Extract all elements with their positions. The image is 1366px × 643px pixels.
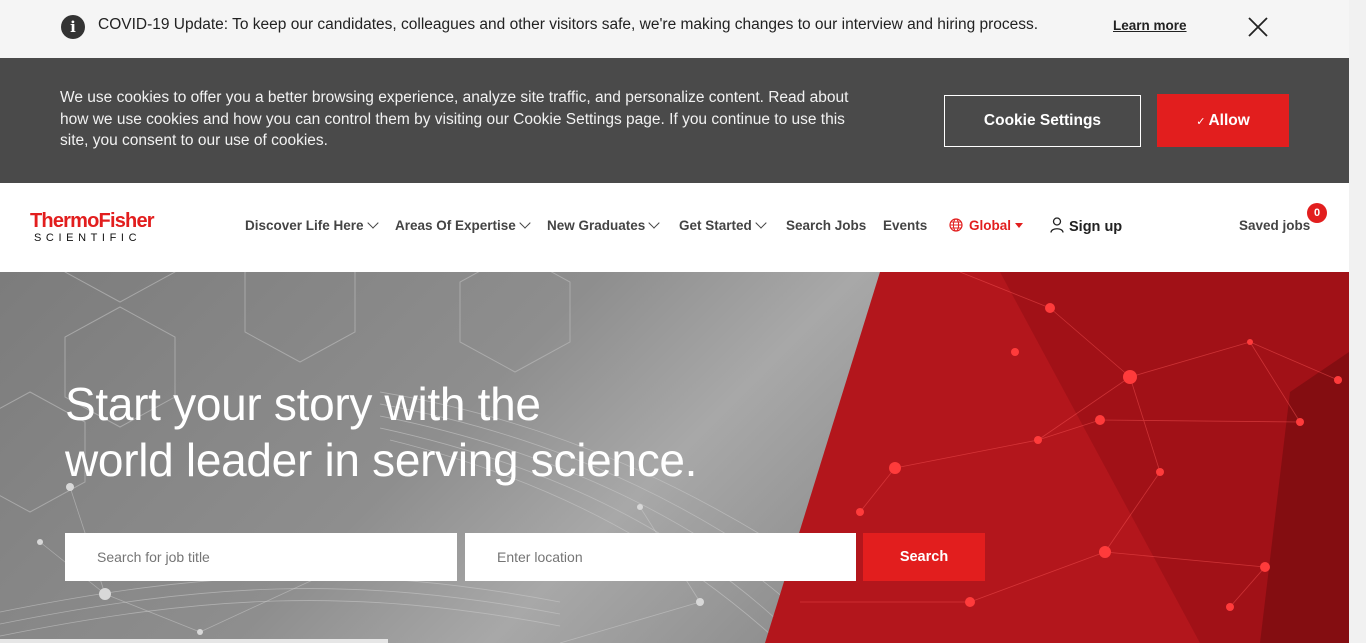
allow-label: Allow	[1208, 112, 1250, 129]
globe-icon	[949, 218, 963, 232]
logo-subtitle: SCIENTIFIC	[34, 232, 142, 244]
nav-label: Discover Life Here	[245, 218, 364, 233]
location-input[interactable]	[465, 533, 856, 581]
chevron-down-icon	[366, 217, 379, 229]
nav-areas-of-expertise[interactable]: Areas Of Expertise	[395, 217, 531, 233]
cookie-banner: We use cookies to offer you a better bro…	[0, 58, 1349, 183]
chevron-down-icon	[755, 217, 767, 229]
sign-up-label: Sign up	[1069, 219, 1123, 235]
global-label: Global	[969, 218, 1012, 233]
saved-jobs-count-badge: 0	[1307, 203, 1327, 223]
global-language-selector[interactable]: Global	[949, 218, 1024, 233]
nav-events[interactable]: Events	[883, 218, 927, 233]
covid-message: COVID-19 Update: To keep our candidates,…	[98, 16, 1039, 33]
search-button[interactable]: Search	[863, 533, 985, 581]
caret-down-icon	[1015, 223, 1024, 228]
nav-label: Get Started	[679, 218, 752, 233]
hero-section: Start your story with the world leader i…	[0, 272, 1349, 643]
thermo-fisher-logo[interactable]: ThermoFisher SCIENTIFIC	[30, 211, 180, 247]
hero-headline: Start your story with the world leader i…	[65, 376, 825, 488]
saved-jobs-link[interactable]: Saved jobs	[1239, 218, 1310, 233]
nav-get-started[interactable]: Get Started	[679, 217, 767, 233]
learn-more-link[interactable]: Learn more	[1113, 18, 1187, 33]
logo-wordmark: ThermoFisher	[30, 210, 155, 232]
covid-banner: i COVID-19 Update: To keep our candidate…	[0, 0, 1349, 58]
page-scrollbar[interactable]	[1349, 0, 1366, 643]
nav-new-graduates[interactable]: New Graduates	[547, 217, 660, 233]
user-icon	[1050, 217, 1064, 233]
nav-label: Events	[883, 218, 928, 233]
allow-button[interactable]: ✓ Allow	[1157, 94, 1289, 147]
headline-line-2: world leader in serving science.	[65, 434, 698, 486]
nav-search-jobs[interactable]: Search Jobs	[786, 218, 866, 233]
cookie-text: We use cookies to offer you a better bro…	[60, 89, 849, 149]
chevron-down-icon	[519, 217, 531, 229]
chevron-down-icon	[648, 217, 660, 229]
cookie-settings-button[interactable]: Cookie Settings	[944, 95, 1141, 147]
nav-label: New Graduates	[547, 218, 646, 233]
check-icon: ✓	[1196, 116, 1206, 128]
nav-label: Areas Of Expertise	[395, 218, 516, 233]
nav-discover-life-here[interactable]: Discover Life Here	[245, 217, 379, 233]
close-icon[interactable]	[1247, 16, 1269, 38]
site-header: ThermoFisher SCIENTIFIC Discover Life He…	[0, 183, 1349, 272]
sign-up-link[interactable]: Sign up	[1050, 217, 1122, 235]
job-title-search-input[interactable]	[65, 533, 457, 581]
nav-label: Search Jobs	[786, 218, 867, 233]
info-icon: i	[61, 15, 85, 39]
headline-line-1: Start your story with the	[65, 378, 541, 430]
